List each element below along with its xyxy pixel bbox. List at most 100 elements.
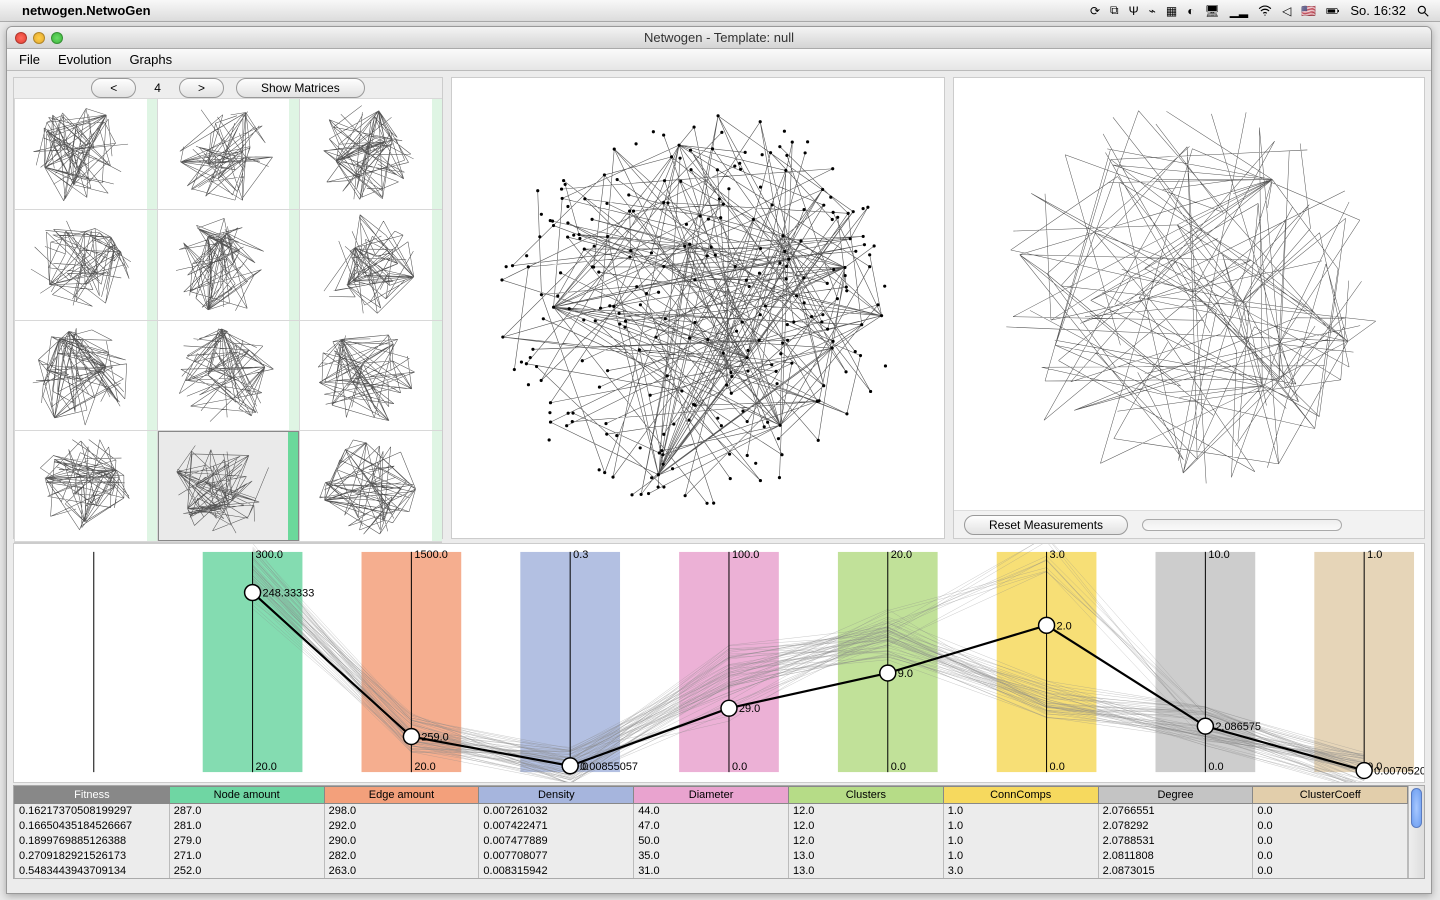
activity-icon[interactable]: ▁▂ <box>1230 4 1248 18</box>
table-cell: 287.0 <box>169 804 324 819</box>
svg-text:100.0: 100.0 <box>732 549 759 561</box>
svg-text:0.0: 0.0 <box>891 761 906 773</box>
fitness-bar <box>289 210 299 320</box>
titlebar[interactable]: Netwogen - Template: null <box>7 27 1431 49</box>
thumbnail[interactable] <box>300 99 442 209</box>
thumbnail[interactable] <box>158 99 300 209</box>
table-row[interactable]: 0.16217370508199297287.0298.00.007261032… <box>15 804 1408 819</box>
close-button[interactable] <box>15 32 27 44</box>
flag-icon[interactable]: 🇺🇸 <box>1301 4 1316 18</box>
table-row[interactable]: 0.1899769885126388279.0290.00.0074778895… <box>15 834 1408 849</box>
dropbox-icon[interactable]: ⧉ <box>1110 3 1119 18</box>
table-cell: 0.0 <box>1253 863 1408 878</box>
table-row[interactable]: 0.16650435184526667281.0292.00.007422471… <box>15 819 1408 834</box>
thumbnail[interactable] <box>300 210 442 320</box>
thumbnail[interactable] <box>15 431 157 541</box>
table-cell: 0.008315942 <box>479 863 634 878</box>
table-cell: 0.007422471 <box>479 819 634 834</box>
table-cell: 0.0 <box>1253 804 1408 819</box>
svg-text:300.0: 300.0 <box>256 549 283 561</box>
spotlight-icon[interactable] <box>1416 4 1430 18</box>
fitness-bar <box>432 431 442 541</box>
column-header[interactable]: Density <box>479 787 634 804</box>
table-cell: 1.0 <box>943 834 1098 849</box>
table-cell: 271.0 <box>169 848 324 863</box>
zoom-button[interactable] <box>51 32 63 44</box>
main-graph-pane[interactable] <box>452 78 944 538</box>
table-cell: 1.0 <box>943 848 1098 863</box>
fitness-bar <box>432 99 442 209</box>
scrollbar-thumb[interactable] <box>1411 788 1422 828</box>
menu-graphs[interactable]: Graphs <box>129 52 172 67</box>
fitness-bar <box>147 210 157 320</box>
table-cell: 12.0 <box>788 804 943 819</box>
show-matrices-button[interactable]: Show Matrices <box>236 78 365 98</box>
column-header[interactable]: Degree <box>1098 787 1253 804</box>
octo-icon[interactable]: Ψ <box>1129 4 1139 18</box>
monitor-icon[interactable]: 🖥 <box>1204 4 1219 18</box>
column-header[interactable]: Edge amount <box>324 787 479 804</box>
column-header[interactable]: Diameter <box>634 787 789 804</box>
svg-text:20.0: 20.0 <box>256 761 277 773</box>
prev-page-button[interactable]: < <box>91 78 136 98</box>
table-scrollbar[interactable] <box>1408 786 1424 878</box>
menubar-clock[interactable]: So. 16:32 <box>1350 3 1406 18</box>
table-row[interactable]: 0.5483443943709134252.0263.00.0083159423… <box>15 863 1408 878</box>
table-cell: 12.0 <box>788 819 943 834</box>
table-cell: 279.0 <box>169 834 324 849</box>
template-graph-pane[interactable] <box>954 78 1424 510</box>
thumbnail[interactable] <box>300 321 442 431</box>
thumbnail[interactable] <box>158 321 300 431</box>
column-header[interactable]: Fitness <box>15 787 170 804</box>
wifi-icon[interactable] <box>1258 4 1272 18</box>
svg-text:0.0: 0.0 <box>1208 761 1223 773</box>
svg-text:29.0: 29.0 <box>739 703 760 715</box>
column-header[interactable]: ConnComps <box>943 787 1098 804</box>
thumbnail[interactable] <box>158 431 300 541</box>
svg-text:20.0: 20.0 <box>414 761 435 773</box>
table-cell: 0.0 <box>1253 834 1408 849</box>
battery-icon[interactable] <box>1326 4 1340 18</box>
column-header[interactable]: ClusterCoeff <box>1253 787 1408 804</box>
svg-text:3.0: 3.0 <box>1050 549 1065 561</box>
thumbnail[interactable] <box>15 210 157 320</box>
svg-text:2.0: 2.0 <box>1057 620 1072 632</box>
svg-text:20.0: 20.0 <box>891 549 912 561</box>
table-cell: 1.0 <box>943 804 1098 819</box>
minimize-button[interactable] <box>33 32 45 44</box>
svg-text:0.0: 0.0 <box>1050 761 1065 773</box>
next-page-button[interactable]: > <box>179 78 224 98</box>
table-cell: 2.0873015 <box>1098 863 1253 878</box>
thumbnail[interactable] <box>15 321 157 431</box>
thumbnail[interactable] <box>15 99 157 209</box>
table-cell: 50.0 <box>634 834 789 849</box>
column-header[interactable]: Clusters <box>788 787 943 804</box>
fitness-bar <box>289 321 299 431</box>
traffic-lights <box>15 32 63 44</box>
reset-measurements-button[interactable]: Reset Measurements <box>964 515 1128 535</box>
menubar-extras: ⟳ ⧉ Ψ ⌁ ▦ ◐ 🖥 ▁▂ ◁ 🇺🇸 So. 16:32 <box>1090 3 1430 18</box>
tunnel-icon[interactable]: ⌁ <box>1149 4 1156 18</box>
menu-file[interactable]: File <box>19 52 40 67</box>
fitness-bar <box>289 99 299 209</box>
table-cell: 2.078292 <box>1098 819 1253 834</box>
table-cell: 2.0766551 <box>1098 804 1253 819</box>
table-cell: 12.0 <box>788 834 943 849</box>
menu-evolution[interactable]: Evolution <box>58 52 111 67</box>
thumbnail[interactable] <box>300 431 442 541</box>
table-cell: 281.0 <box>169 819 324 834</box>
sync-icon[interactable]: ⟳ <box>1090 4 1100 18</box>
fitness-bar <box>432 321 442 431</box>
thumbnail[interactable] <box>158 210 300 320</box>
column-header[interactable]: Node amount <box>169 787 324 804</box>
volume-icon[interactable]: ◁ <box>1282 4 1291 18</box>
table-cell: 263.0 <box>324 863 479 878</box>
app-title[interactable]: netwogen.NetwoGen <box>22 3 151 18</box>
template-toolbar: Reset Measurements <box>954 510 1424 538</box>
grid-icon[interactable]: ▦ <box>1166 4 1177 18</box>
content: < 4 > Show Matrices Generations ▲▼ Pop. … <box>7 71 1431 893</box>
parallel-coordinates-panel[interactable]: 300.020.01500.020.00.30.0100.00.020.00.0… <box>13 543 1425 783</box>
table-row[interactable]: 0.2709182921526173271.0282.00.0077080773… <box>15 848 1408 863</box>
globe-icon[interactable]: ◐ <box>1187 4 1194 18</box>
thumbnail-grid <box>14 98 442 542</box>
